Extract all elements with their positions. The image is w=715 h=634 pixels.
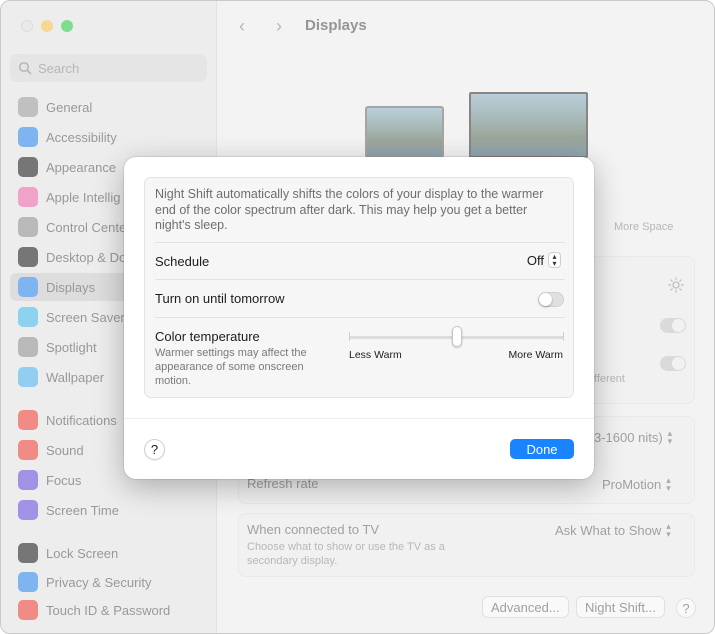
night-shift-sheet: Night Shift automatically shifts the col… [124,157,594,479]
divider [155,279,565,280]
schedule-label: Schedule [155,254,210,269]
turn-on-label: Turn on until tomorrow [155,291,285,306]
sheet-help-button[interactable]: ? [144,439,165,460]
color-temperature-sublabel: Warmer settings may affect the appearanc… [155,347,307,387]
divider [155,317,565,318]
settings-window: GeneralAccessibilityAppearanceApple Inte… [0,0,715,634]
color-temperature-slider-thumb[interactable] [451,326,462,347]
done-button[interactable]: Done [510,439,574,459]
slider-max-label: More Warm [508,349,563,361]
schedule-value: Off [526,252,544,268]
slider-tick [563,332,564,341]
night-shift-description: Night Shift automatically shifts the col… [155,187,544,232]
toggle-knob [539,293,552,306]
divider [155,242,565,243]
schedule-popup[interactable]: Off ▴ ▾ [527,252,561,268]
color-temperature-label: Color temperature [155,329,260,344]
turn-on-until-tomorrow-toggle[interactable] [538,292,564,307]
night-shift-settings-box: Night Shift automatically shifts the col… [144,177,574,398]
slider-min-label: Less Warm [349,349,402,361]
slider-tick [349,332,350,341]
chevron-updown-icon: ▴ ▾ [548,252,561,268]
sheet-footer-divider [124,418,594,419]
